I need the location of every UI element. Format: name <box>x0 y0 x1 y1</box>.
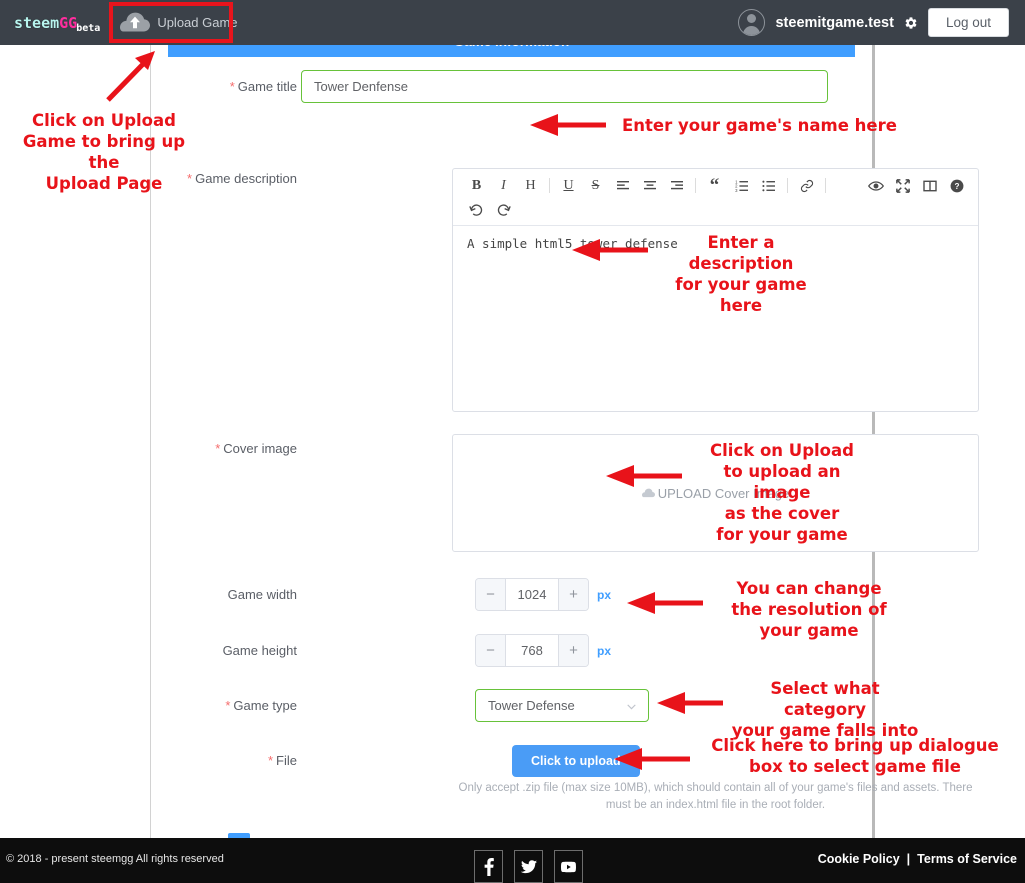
strikethrough-icon[interactable]: S <box>582 173 609 198</box>
align-left-icon[interactable] <box>609 173 636 198</box>
file-row: * File Click to upload <box>151 745 841 777</box>
facebook-icon[interactable] <box>474 850 503 883</box>
upload-game-label: Upload Game <box>157 15 238 30</box>
toolbar-divider <box>695 178 696 193</box>
align-right-icon[interactable] <box>663 173 690 198</box>
italic-icon[interactable]: I <box>490 173 517 198</box>
upload-game-button[interactable]: Upload Game <box>114 8 247 38</box>
markdown-editor: B I H U S “ 123 ? A simple html5 tower d… <box>452 168 979 412</box>
game-height-stepper[interactable]: − 768 + <box>475 634 589 667</box>
redo-icon[interactable] <box>490 198 517 223</box>
site-logo[interactable]: steem GG beta <box>14 13 100 33</box>
game-description-row: * Game description <box>151 170 451 188</box>
unordered-list-icon[interactable] <box>755 173 782 198</box>
game-description-label-text: Game description <box>195 171 297 186</box>
game-title-input[interactable] <box>301 70 828 103</box>
username-label: steemitgame.test <box>775 14 894 31</box>
game-width-value[interactable]: 1024 <box>506 579 558 610</box>
nav-right-section: steemitgame.test Log out <box>738 8 1009 37</box>
game-height-unit: px <box>597 643 612 658</box>
markdown-toolbar-right-group: ? <box>862 173 970 198</box>
game-height-label: Game height <box>222 642 297 658</box>
link-icon[interactable] <box>793 173 820 198</box>
help-icon[interactable]: ? <box>943 173 970 198</box>
logo-text-beta: beta <box>76 22 101 34</box>
cover-image-label-text: Cover image <box>223 441 297 456</box>
bold-icon[interactable]: B <box>463 173 490 198</box>
youtube-icon[interactable] <box>554 850 583 883</box>
top-navigation-bar: steem GG beta Upload Game steemitgame.test… <box>0 0 1025 45</box>
cover-image-dropzone[interactable]: UPLOAD Cover Image <box>452 434 979 552</box>
upload-game-nav-wrapper: Upload Game <box>109 0 247 45</box>
game-type-selected-value: Tower Defense <box>488 698 575 713</box>
game-width-stepper[interactable]: − 1024 + <box>475 578 589 611</box>
game-height-value[interactable]: 768 <box>506 635 558 666</box>
toolbar-divider <box>825 178 826 193</box>
game-width-increment-button[interactable]: + <box>558 579 588 610</box>
avatar[interactable] <box>738 9 766 36</box>
chevron-down-icon <box>625 700 638 713</box>
blockquote-icon[interactable]: “ <box>701 173 728 198</box>
svg-text:3: 3 <box>735 188 738 192</box>
cover-image-placeholder-wrap: UPLOAD Cover Image <box>641 485 790 501</box>
game-width-row: Game width − 1024 + px <box>151 578 841 611</box>
cover-image-placeholder: UPLOAD Cover Image <box>657 485 790 501</box>
required-marker: * <box>267 753 274 768</box>
gear-icon[interactable] <box>904 16 918 30</box>
game-type-label-text: Game type <box>233 697 297 713</box>
file-label: * File <box>151 752 297 770</box>
logo-text-steem: steem <box>14 13 60 32</box>
file-label-text: File <box>276 753 297 768</box>
game-title-row: * Game title <box>151 70 841 103</box>
game-type-row: * Game type Tower Defense <box>151 689 841 722</box>
required-marker: * <box>229 78 235 94</box>
markdown-textarea[interactable]: A simple html5 tower defense <box>453 226 978 261</box>
game-type-label: * Game type <box>151 697 297 715</box>
game-width-unit: px <box>597 587 612 602</box>
logo-text-gg: GG <box>59 13 78 32</box>
ordered-list-icon[interactable]: 123 <box>728 173 755 198</box>
toolbar-divider <box>549 178 550 193</box>
game-height-row: Game height − 768 + px <box>151 634 841 667</box>
cover-image-row: * Cover image <box>151 440 451 458</box>
game-title-label-text: Game title <box>237 78 297 94</box>
game-width-label: Game width <box>227 586 297 602</box>
fullscreen-icon[interactable] <box>889 173 916 198</box>
required-marker: * <box>215 441 221 456</box>
cookie-policy-link[interactable]: Cookie Policy <box>818 852 900 866</box>
required-marker: * <box>225 697 231 713</box>
social-links <box>474 850 583 883</box>
copyright-text: © 2018 - present steemgg All rights rese… <box>6 853 224 865</box>
toolbar-divider <box>787 178 788 193</box>
game-description-label: * Game description <box>151 170 297 188</box>
file-help-text: Only accept .zip file (max size 10MB), w… <box>458 782 973 811</box>
align-center-icon[interactable] <box>636 173 663 198</box>
cloud-upload-icon <box>120 12 151 34</box>
cover-image-label: * Cover image <box>151 440 297 458</box>
markdown-toolbar: B I H U S “ 123 ? <box>453 169 978 226</box>
twitter-icon[interactable] <box>514 850 543 883</box>
game-title-label: * Game title <box>151 78 297 96</box>
footer-links: Cookie Policy | Terms of Service <box>818 852 1017 866</box>
required-marker: * <box>187 171 193 186</box>
preview-eye-icon[interactable] <box>862 173 889 198</box>
heading-icon[interactable]: H <box>517 173 544 198</box>
underline-icon[interactable]: U <box>555 173 582 198</box>
game-upload-form: Game information *Game title *Game descr… <box>151 0 979 811</box>
game-height-increment-button[interactable]: + <box>558 635 588 666</box>
logout-button[interactable]: Log out <box>927 8 1009 37</box>
game-height-decrement-button[interactable]: − <box>476 635 506 666</box>
game-type-select[interactable]: Tower Defense <box>475 689 649 722</box>
split-view-icon[interactable] <box>916 173 943 198</box>
cloud-icon <box>641 486 655 501</box>
game-width-decrement-button[interactable]: − <box>476 579 506 610</box>
svg-text:?: ? <box>954 181 959 190</box>
footer-link-separator: | <box>906 852 911 866</box>
terms-of-service-link[interactable]: Terms of Service <box>917 852 1017 866</box>
undo-icon[interactable] <box>463 198 490 223</box>
click-to-upload-button[interactable]: Click to upload <box>512 745 640 777</box>
